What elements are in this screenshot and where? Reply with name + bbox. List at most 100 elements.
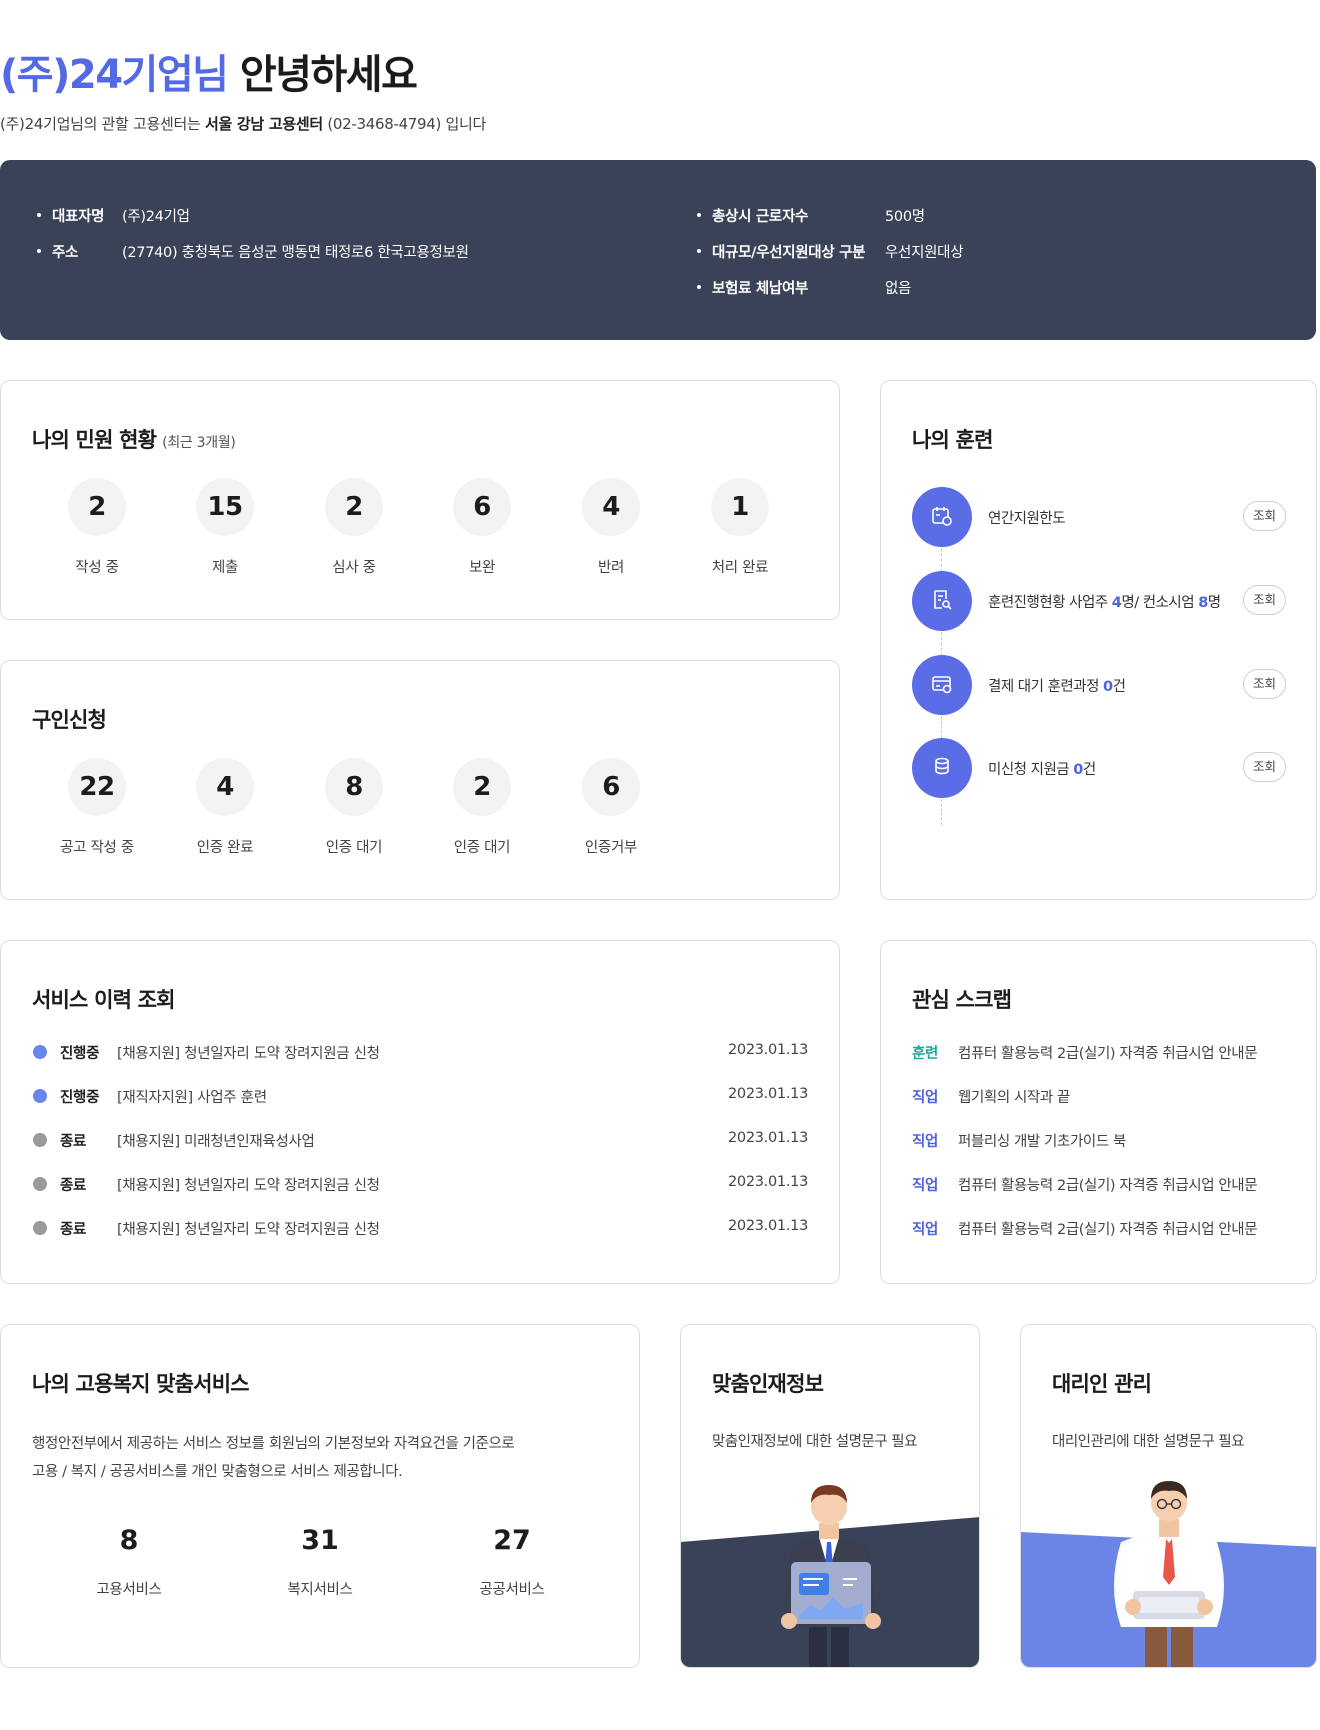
page-title: (주)24기업님 안녕하세요 (0, 42, 418, 100)
timeline-connector (941, 716, 942, 738)
scrap-category: 직업 (912, 1178, 938, 1194)
agent-card[interactable]: 대리인 관리 대리인관리에 대한 설명문구 필요 (1020, 1324, 1317, 1668)
history-status: 진행중 (60, 1046, 100, 1062)
payment-count: 0 (1103, 679, 1113, 695)
stat-label: 반려 (597, 560, 625, 576)
status-dot-icon (33, 1089, 47, 1103)
stat-count: 27 (493, 1525, 531, 1556)
scrap-text: 컴퓨터 활용능력 2급(실기) 자격증 취급시업 안내문 (958, 1178, 1258, 1194)
stat-posting-draft[interactable]: 22 공고 작성 중 (42, 758, 152, 857)
stat-public-service[interactable]: 27 공공서비스 (447, 1525, 577, 1599)
history-date: 2023.01.13 (727, 1174, 808, 1190)
consortium-count: 8 (1198, 595, 1208, 611)
stat-supplement[interactable]: 6 보완 (427, 478, 537, 577)
stat-count: 8 (119, 1525, 139, 1556)
center-info-suffix: (02-3468-4794) 입니다 (322, 115, 487, 133)
history-row[interactable]: 종료 [채용지원] 미래청년인재육성사업 2023.01.13 (32, 1130, 808, 1150)
progress-label: 훈련진행현황 사업주 (988, 595, 1112, 611)
stat-count: 4 (196, 758, 254, 816)
stat-label: 인증 대기 (453, 840, 511, 856)
stat-label: 공공서비스 (479, 1582, 545, 1598)
calendar-icon (912, 487, 972, 547)
stat-count: 4 (582, 478, 640, 536)
view-button[interactable]: 조회 (1243, 585, 1286, 615)
training-item-payment-pending: 결제 대기 훈련과정 0건 조회 (912, 655, 1286, 715)
stat-certified[interactable]: 4 인증 완료 (170, 758, 280, 857)
history-title-text: [채용지원] 청년일자리 도약 장려지원금 신청 (117, 1222, 380, 1238)
talent-illustration (681, 1485, 979, 1667)
stat-count: 15 (196, 478, 254, 536)
stat-employment-service[interactable]: 8 고용서비스 (64, 1525, 194, 1599)
progress-unit: 명 (1207, 595, 1221, 611)
stat-label: 작성 중 (75, 560, 119, 576)
history-date: 2023.01.13 (727, 1218, 808, 1234)
history-row[interactable]: 종료 [채용지원] 청년일자리 도약 장려지원금 신청 2023.01.13 (32, 1174, 808, 1194)
bullet-icon (697, 285, 701, 289)
timeline-connector (941, 632, 942, 656)
unclaimed-unit: 건 (1082, 762, 1096, 778)
training-item-text: 결제 대기 훈련과정 0건 (988, 675, 1126, 696)
complaints-title-text: 나의 민원 현황 (32, 428, 157, 452)
scrap-category: 훈련 (912, 1046, 938, 1062)
complaints-card: 나의 민원 현황 (최근 3개월) 2 작성 중 15 제출 2 심사 중 6 보… (0, 380, 840, 620)
info-value: 없음 (885, 281, 912, 297)
stat-cert-rejected[interactable]: 6 인증거부 (556, 758, 666, 857)
history-title-text: [채용지원] 미래청년인재육성사업 (117, 1134, 315, 1150)
training-item-text: 훈련진행현황 사업주 4명/ 컨소시엄 8명 (988, 591, 1221, 612)
service-history-card: 서비스 이력 조회 진행중 [채용지원] 청년일자리 도약 장려지원금 신청 2… (0, 940, 840, 1284)
recruit-title: 구인신청 (32, 708, 107, 732)
stat-completed[interactable]: 1 처리 완료 (685, 478, 795, 577)
welfare-desc-line: 고용 / 복지 / 공공서비스를 개인 맞춤형으로 서비스 제공합니다. (32, 1464, 403, 1480)
payment-label: 결제 대기 훈련과정 (988, 679, 1104, 695)
stat-writing[interactable]: 2 작성 중 (42, 478, 152, 577)
stat-cert-pending-2[interactable]: 2 인증 대기 (427, 758, 537, 857)
stat-welfare-service[interactable]: 31 복지서비스 (255, 1525, 385, 1599)
document-search-icon (912, 571, 972, 631)
talent-card[interactable]: 맞춤인재정보 맞춤인재정보에 대한 설명문구 필요 (680, 1324, 980, 1668)
scrap-text: 웹기획의 시작과 끝 (958, 1090, 1070, 1106)
stat-returned[interactable]: 4 반려 (556, 478, 666, 577)
info-label: 총상시 근로자수 (712, 209, 809, 225)
history-row[interactable]: 진행중 [재직자지원] 사업주 훈련 2023.01.13 (32, 1086, 808, 1106)
unclaimed-count: 0 (1073, 762, 1083, 778)
company-info-panel: 대표자명 (주)24기업 주소 (27740) 충청북도 음성군 맹동면 태정로… (0, 160, 1316, 340)
stat-count: 6 (453, 478, 511, 536)
bullet-icon (37, 249, 41, 253)
view-button[interactable]: 조회 (1243, 501, 1286, 531)
card-icon (912, 655, 972, 715)
stat-label: 공고 작성 중 (60, 840, 134, 856)
history-row[interactable]: 진행중 [채용지원] 청년일자리 도약 장려지원금 신청 2023.01.13 (32, 1042, 808, 1062)
welfare-description: 행정안전부에서 제공하는 서비스 정보를 회원님의 기본정보와 자격요건을 기준… (32, 1430, 515, 1486)
stat-label: 복지서비스 (287, 1582, 353, 1598)
bullet-icon (697, 249, 701, 253)
view-button[interactable]: 조회 (1243, 669, 1286, 699)
history-title-text: [채용지원] 청년일자리 도약 장려지원금 신청 (117, 1178, 380, 1194)
training-item-annual-limit: 연간지원한도 조회 (912, 487, 1286, 547)
coins-icon (912, 738, 972, 798)
history-row[interactable]: 종료 [채용지원] 청년일자리 도약 장려지원금 신청 2023.01.13 (32, 1218, 808, 1238)
stat-count: 1 (711, 478, 769, 536)
bullet-icon (37, 213, 41, 217)
history-date: 2023.01.13 (727, 1130, 808, 1146)
stat-label: 인증거부 (584, 840, 638, 856)
stat-label: 인증 대기 (325, 840, 383, 856)
training-title: 나의 훈련 (912, 428, 993, 452)
info-value: 우선지원대상 (885, 245, 964, 261)
history-title-text: [재직자지원] 사업주 훈련 (117, 1090, 267, 1106)
welfare-title: 나의 고용복지 맞춤서비스 (32, 1372, 250, 1396)
recruit-card: 구인신청 22 공고 작성 중 4 인증 완료 8 인증 대기 2 인증 대기 … (0, 660, 840, 900)
timeline-connector (941, 548, 942, 572)
stat-label: 심사 중 (332, 560, 376, 576)
view-button[interactable]: 조회 (1243, 752, 1286, 782)
center-name: 서울 강남 고용센터 (205, 115, 323, 133)
info-value: (27740) 충청북도 음성군 맹동면 태정로6 한국고용정보원 (122, 245, 469, 261)
info-label: 대규모/우선지원대상 구분 (712, 245, 866, 261)
stat-cert-pending[interactable]: 8 인증 대기 (299, 758, 409, 857)
stat-reviewing[interactable]: 2 심사 중 (299, 478, 409, 577)
stat-submitted[interactable]: 15 제출 (170, 478, 280, 577)
training-item-unclaimed: 미신청 지원금 0건 조회 (912, 738, 1286, 798)
training-card: 나의 훈련 연간지원한도 조회 훈련진행현황 사업주 4명/ 컨소시엄 8명 조… (880, 380, 1317, 900)
agent-description: 대리인관리에 대한 설명문구 필요 (1052, 1434, 1245, 1450)
info-value: (주)24기업 (122, 209, 190, 225)
greeting-text: 안녕하세요 (239, 52, 418, 98)
